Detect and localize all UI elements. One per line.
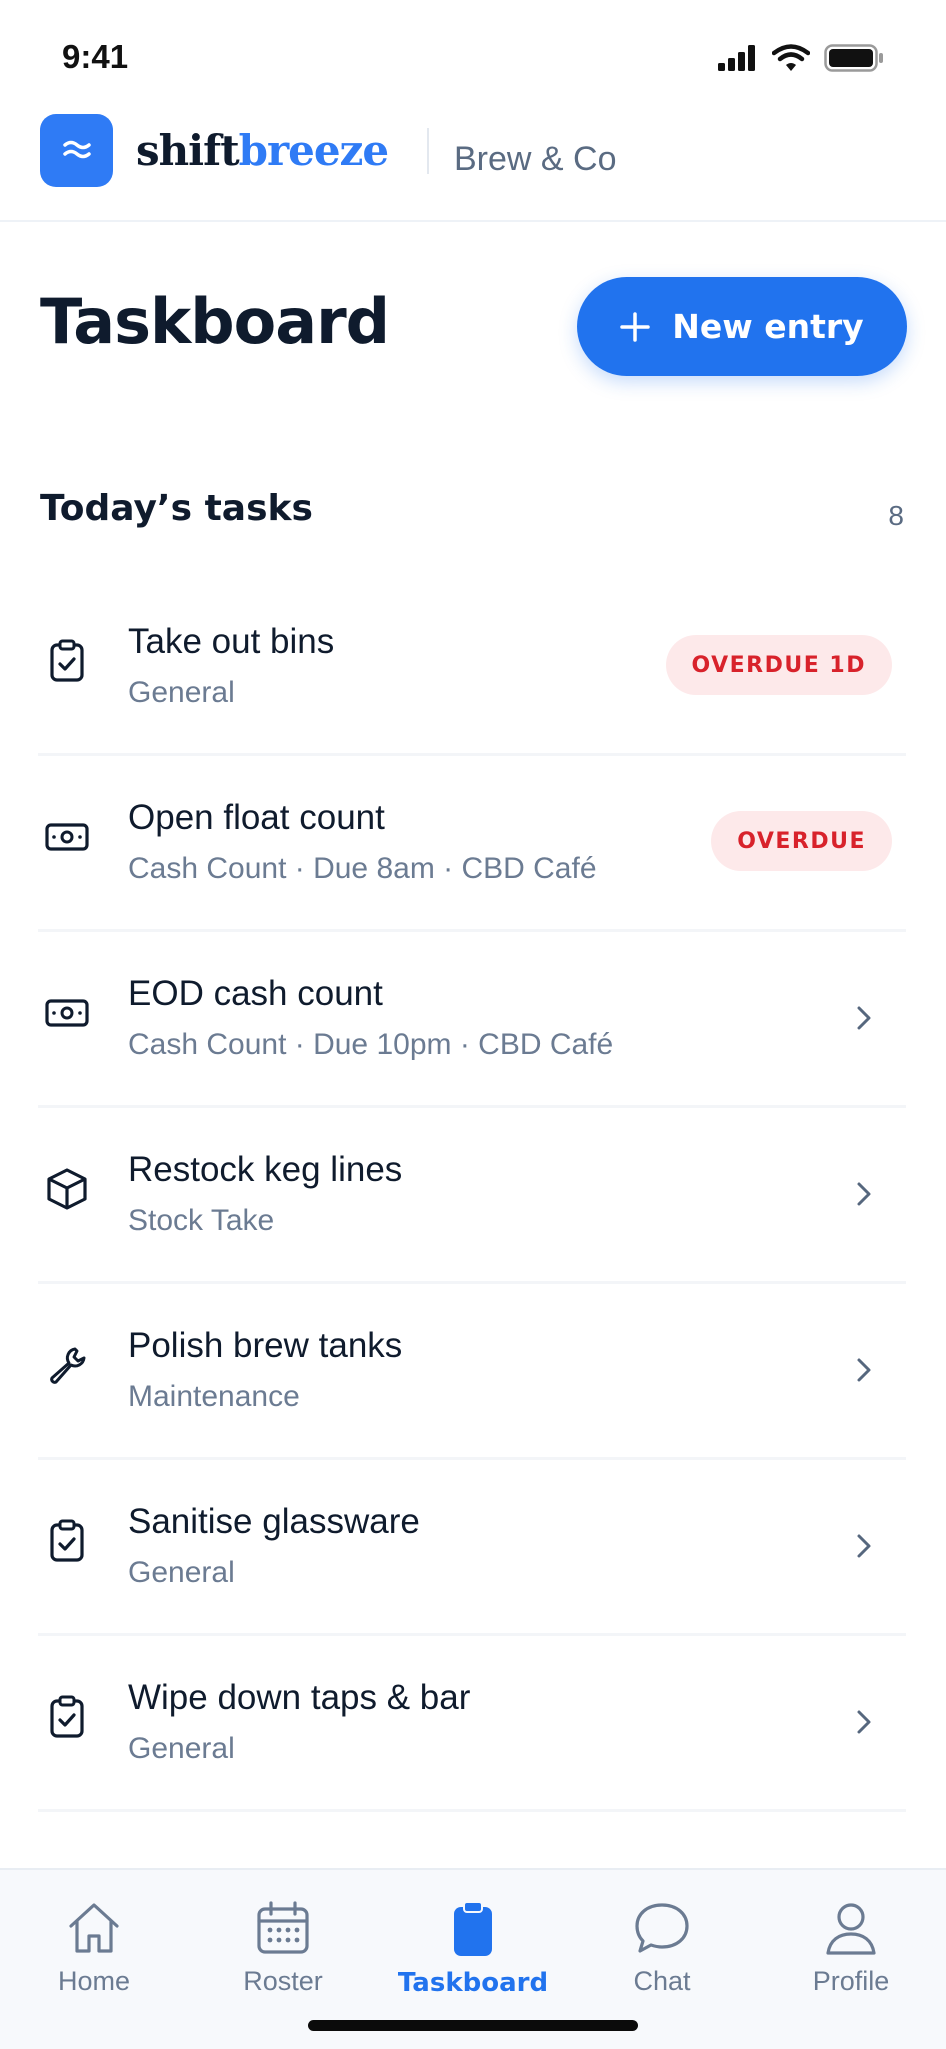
task-row[interactable]: EOD cash count Cash Count · Due 10pm · C…	[38, 932, 906, 1108]
chevron-right-icon	[857, 1358, 871, 1382]
task-subtitle: Stock Take	[128, 1204, 275, 1237]
battery-icon	[824, 44, 883, 72]
clipboard-check-icon	[44, 638, 90, 684]
clipboard-check-icon	[44, 1694, 90, 1740]
signal-icon	[718, 45, 755, 71]
brand-divider	[427, 128, 429, 174]
task-subtitle: Maintenance	[128, 1380, 300, 1413]
home-indicator	[308, 2020, 638, 2031]
task-title: Restock keg lines	[128, 1150, 403, 1189]
task-row[interactable]: Polish brew tanks Maintenance	[38, 1284, 906, 1460]
clipboard-icon	[454, 1901, 492, 1956]
task-row[interactable]: Restock keg lines Stock Take	[38, 1108, 906, 1284]
chat-bubble-icon	[635, 1903, 689, 1953]
brand-name-shift: shift	[136, 126, 240, 175]
cash-icon	[44, 990, 90, 1036]
brand-logo	[40, 114, 113, 187]
task-subtitle: General	[128, 676, 235, 709]
wave-logo-icon	[62, 140, 91, 158]
tab-profile[interactable]: Profile	[771, 1900, 931, 1997]
tab-home[interactable]: Home	[14, 1900, 174, 1997]
app-screen: 9:41 shiftbreeze Brew & Co Taskboard New…	[0, 0, 946, 2049]
tab-taskboard[interactable]: Taskboard	[393, 1900, 553, 1998]
new-entry-label: New entry	[672, 307, 864, 346]
page-title: Taskboard	[40, 285, 390, 358]
clipboard-check-icon	[44, 1518, 90, 1564]
status-time: 9:41	[62, 38, 129, 75]
person-icon	[826, 1903, 876, 1955]
status-icons	[718, 44, 884, 72]
section-title: Today’s tasks	[40, 488, 313, 529]
home-icon	[69, 1903, 119, 1953]
venue-name[interactable]: Brew & Co	[454, 140, 617, 179]
task-subtitle: Cash Count · Due 8am · CBD Café	[128, 852, 597, 885]
task-row[interactable]: Sanitise glassware General	[38, 1460, 906, 1636]
task-title: Wipe down taps & bar	[128, 1678, 471, 1717]
status-bar: 9:41	[0, 0, 946, 115]
task-count: 8	[888, 500, 904, 531]
task-title: Open float count	[128, 798, 385, 837]
brand-header: shiftbreeze Brew & Co	[0, 110, 946, 222]
tab-taskboard-label: Taskboard	[397, 1968, 549, 1998]
brand-name: shiftbreeze	[136, 126, 390, 175]
calendar-icon	[257, 1901, 309, 1954]
chevron-right-icon	[857, 1182, 871, 1206]
tab-roster[interactable]: Roster	[203, 1900, 363, 1997]
new-entry-button[interactable]: New entry	[577, 277, 907, 376]
tab-roster-label: Roster	[243, 1966, 323, 1996]
tab-chat[interactable]: Chat	[582, 1900, 742, 1997]
tab-home-label: Home	[57, 1966, 131, 1996]
chevron-right-icon	[857, 1534, 871, 1558]
task-list: Take out bins General OVERDUE 1D Open fl…	[38, 580, 906, 1812]
task-title: Sanitise glassware	[128, 1502, 420, 1541]
task-subtitle: General	[128, 1732, 235, 1765]
wifi-icon	[772, 44, 810, 71]
chevron-right-icon	[857, 1710, 871, 1734]
task-title: Take out bins	[128, 622, 335, 661]
chevron-right-icon	[857, 1006, 871, 1030]
task-row[interactable]: Take out bins General OVERDUE 1D	[38, 580, 906, 756]
task-subtitle: Cash Count · Due 10pm · CBD Café	[128, 1028, 614, 1061]
task-title: EOD cash count	[128, 974, 383, 1013]
tab-profile-label: Profile	[812, 1966, 890, 1996]
overdue-badge: OVERDUE 1D	[665, 635, 892, 695]
plus-icon	[620, 311, 651, 342]
wrench-icon	[44, 1342, 90, 1388]
task-row[interactable]: Open float count Cash Count · Due 8am · …	[38, 756, 906, 932]
cash-icon	[44, 814, 90, 860]
task-subtitle: General	[128, 1556, 235, 1589]
task-title: Polish brew tanks	[128, 1326, 403, 1365]
tab-chat-label: Chat	[633, 1966, 691, 1996]
task-row[interactable]: Wipe down taps & bar General	[38, 1636, 906, 1812]
overdue-badge: OVERDUE	[711, 811, 892, 871]
brand-name-breeze: breeze	[238, 126, 390, 175]
box-icon	[44, 1166, 90, 1212]
